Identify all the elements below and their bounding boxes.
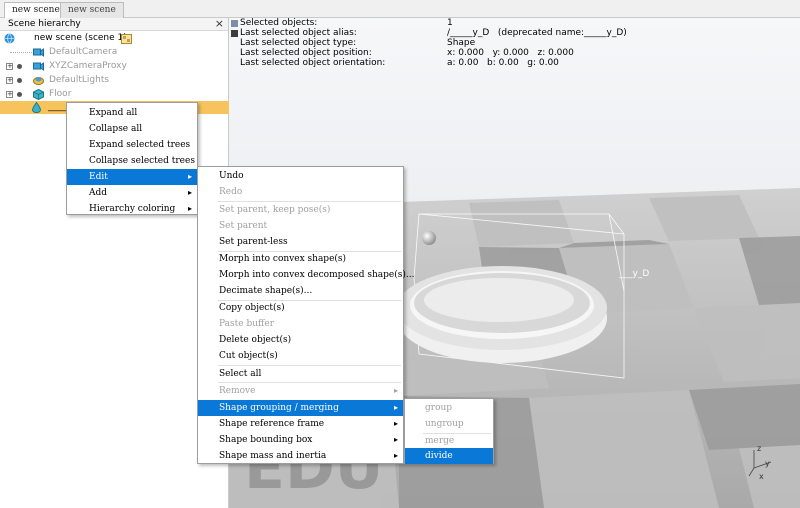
menu-item-delete-objects[interactable]: Delete object(s) [198,332,403,348]
tree-item-label: Floor [49,89,72,99]
camera-icon [33,48,44,57]
info-value: Shape [447,38,476,48]
shape-grouping-submenu: group ungroup merge divide [404,398,494,464]
menu-item-expand-selected-trees[interactable]: Expand selected trees [67,137,197,153]
tab-new-scene-2[interactable]: new scene [60,2,124,18]
scene-hierarchy-header: Scene hierarchy × [0,17,228,31]
submenu-arrow-icon: ▸ [188,188,193,197]
menu-item-divide[interactable]: divide [405,448,493,464]
menu-item-shape-bounding-box[interactable]: Shape bounding box ▸ [198,432,403,448]
info-marker-icon [231,20,238,27]
info-key: Last selected object orientation: [240,58,386,68]
info-marker-icon [231,30,238,37]
menu-item-morph-convex[interactable]: Morph into convex shape(s) [198,251,403,267]
dot-icon [17,92,22,97]
expand-icon[interactable]: + [6,77,13,84]
expand-icon[interactable]: + [6,91,13,98]
menu-item-expand-all[interactable]: Expand all [67,105,197,121]
selection-info-overlay: Selected objects: 1 Last selected object… [229,18,800,70]
menu-item-merge[interactable]: merge [405,433,493,449]
menu-item-shape-reference-frame[interactable]: Shape reference frame ▸ [198,416,403,432]
menu-item-set-parent-keep-pose[interactable]: Set parent, keep pose(s) [198,202,403,218]
tree-item-label: DefaultLights [49,75,110,85]
tab-new-scene-1[interactable]: new scene [4,2,68,19]
expand-icon[interactable]: + [6,63,13,70]
menu-item-group[interactable]: group [405,400,493,416]
menu-item-select-all[interactable]: Select all [198,366,403,382]
tree-row-xyz-camera-proxy[interactable]: + XYZCameraProxy [0,60,229,73]
menu-item-shape-grouping-merging[interactable]: Shape grouping / merging ▸ [198,400,403,416]
menu-item-hierarchy-coloring[interactable]: Hierarchy coloring ▸ [67,201,197,217]
axis-x-label: x [759,472,764,481]
info-value: /_____y_D (deprecated name:_____y_D) [447,28,627,38]
dot-icon [17,64,22,69]
menu-item-collapse-all[interactable]: Collapse all [67,121,197,137]
menu-item-remove[interactable]: Remove ▸ [198,383,403,399]
menu-item-redo[interactable]: Redo [198,184,403,200]
scene-tab-bar: new scene new scene [0,0,800,19]
tree-row-floor[interactable]: + Floor [0,88,229,101]
menu-item-paste-buffer[interactable]: Paste buffer [198,316,403,332]
shape-icon [31,102,42,113]
submenu-arrow-icon: ▸ [188,172,193,181]
menu-item-undo[interactable]: Undo [198,168,403,184]
tree-row-scene[interactable]: new scene (scene 1) [0,32,229,45]
submenu-arrow-icon: ▸ [394,403,399,412]
menu-item-add[interactable]: Add ▸ [67,185,197,201]
edit-submenu: Undo Redo Set parent, keep pose(s) Set p… [197,166,414,464]
tree-item-label: DefaultCamera [49,47,118,57]
menu-item-morph-convex-decomposed[interactable]: Morph into convex decomposed shape(s)... [198,267,414,283]
object-label: ___y_D [618,269,649,279]
info-value: x: 0.000 y: 0.000 z: 0.000 [447,48,574,58]
info-value: 1 [447,18,453,28]
submenu-arrow-icon: ▸ [394,386,399,395]
hierarchy-context-menu: Expand all Collapse all Expand selected … [66,102,198,215]
menu-item-set-parent[interactable]: Set parent [198,218,403,234]
menu-item-collapse-selected-trees[interactable]: Collapse selected trees [67,153,197,169]
camera-icon [33,62,44,71]
info-key: Last selected object position: [240,48,372,58]
scene-hierarchy-panel: Scene hierarchy × new scene (scene 1) De… [0,17,229,508]
menu-item-cut-objects[interactable]: Cut object(s) [198,348,403,364]
dot-icon [17,78,22,83]
info-value: a: 0.00 b: 0.00 g: 0.00 [447,58,559,68]
axis-z-label: z [757,444,761,453]
scene-settings-icon[interactable] [121,33,132,44]
submenu-arrow-icon: ▸ [394,435,399,444]
info-key: Last selected object alias: [240,28,357,38]
submenu-arrow-icon: ▸ [394,419,399,428]
submenu-arrow-icon: ▸ [188,204,193,213]
close-icon[interactable]: × [215,17,224,30]
menu-item-ungroup[interactable]: ungroup [405,416,493,432]
scene-label: new scene (scene 1) [34,33,127,43]
light-icon [33,77,44,85]
menu-item-decimate-shapes[interactable]: Decimate shape(s)... [198,283,403,299]
menu-item-edit[interactable]: Edit ▸ [67,169,197,185]
cube-icon [33,89,44,100]
panel-title: Scene hierarchy [8,19,81,29]
tree-row-default-lights[interactable]: + DefaultLights [0,74,229,87]
submenu-arrow-icon: ▸ [394,451,399,460]
info-key: Last selected object type: [240,38,357,48]
menu-item-shape-mass-inertia[interactable]: Shape mass and inertia ▸ [198,448,403,464]
globe-icon [4,33,15,44]
menu-item-set-parent-less[interactable]: Set parent-less [198,234,403,250]
axis-y-label: y [765,459,770,468]
tree-row-default-camera[interactable]: DefaultCamera [0,46,229,59]
tree-item-label: XYZCameraProxy [49,61,127,71]
menu-item-copy-objects[interactable]: Copy object(s) [198,300,403,316]
info-key: Selected objects: [240,18,318,28]
